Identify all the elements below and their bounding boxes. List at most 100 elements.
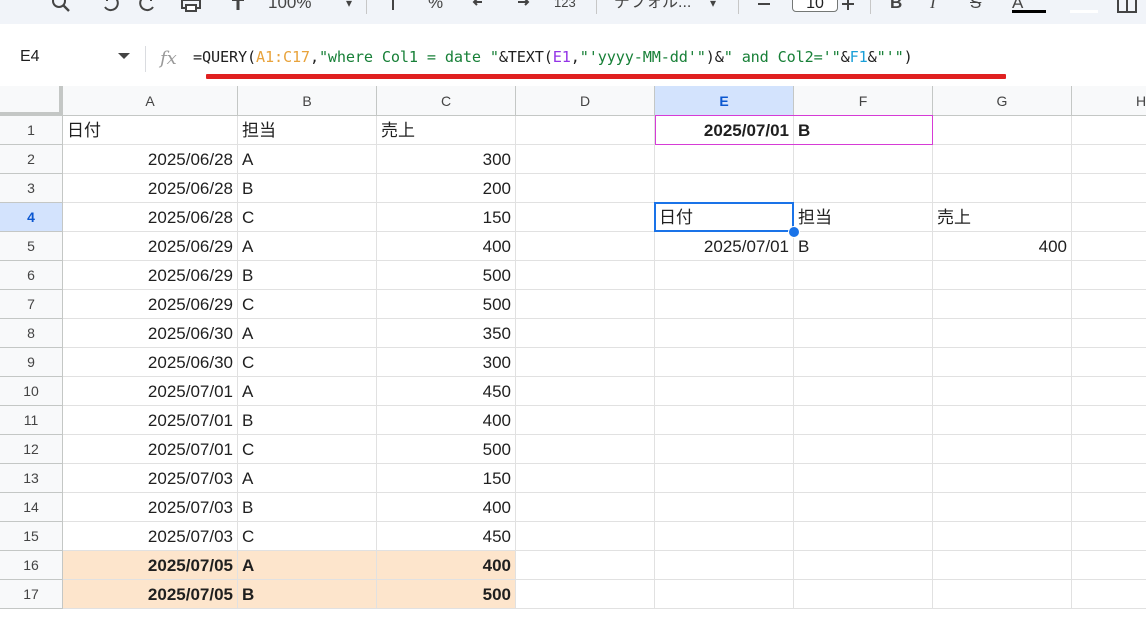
cell-b11[interactable]: B bbox=[238, 406, 377, 435]
cell-h3[interactable] bbox=[1072, 174, 1146, 203]
cell-f8[interactable] bbox=[794, 319, 933, 348]
italic-button[interactable]: I bbox=[930, 0, 936, 14]
cell-a5[interactable]: 2025/06/29 bbox=[63, 232, 238, 261]
percent-format-button[interactable]: % bbox=[428, 0, 443, 14]
cell-h1[interactable] bbox=[1072, 116, 1146, 145]
cell-f16[interactable] bbox=[794, 551, 933, 580]
cell-g13[interactable] bbox=[933, 464, 1072, 493]
cell-e16[interactable] bbox=[655, 551, 794, 580]
cell-g4[interactable]: 売上 bbox=[933, 203, 1072, 232]
cell-g16[interactable] bbox=[933, 551, 1072, 580]
cell-e8[interactable] bbox=[655, 319, 794, 348]
cell-b16[interactable]: A bbox=[238, 551, 377, 580]
cell-e6[interactable] bbox=[655, 261, 794, 290]
cell-f4[interactable]: 担当 bbox=[794, 203, 933, 232]
cell-h14[interactable] bbox=[1072, 493, 1146, 522]
cell-b7[interactable]: C bbox=[238, 290, 377, 319]
row-header-1[interactable]: 1 bbox=[0, 116, 63, 145]
cell-h10[interactable] bbox=[1072, 377, 1146, 406]
cell-d12[interactable] bbox=[516, 435, 655, 464]
bold-button[interactable]: B bbox=[890, 0, 902, 14]
row-header-5[interactable]: 5 bbox=[0, 232, 63, 261]
cell-c8[interactable]: 350 bbox=[377, 319, 516, 348]
cell-b14[interactable]: B bbox=[238, 493, 377, 522]
decrease-font-size-icon[interactable] bbox=[756, 0, 772, 14]
cell-e3[interactable] bbox=[655, 174, 794, 203]
fill-handle[interactable] bbox=[788, 226, 800, 238]
cell-h4[interactable] bbox=[1072, 203, 1146, 232]
cell-h7[interactable] bbox=[1072, 290, 1146, 319]
row-header-3[interactable]: 3 bbox=[0, 174, 63, 203]
cell-b5[interactable]: A bbox=[238, 232, 377, 261]
cell-e10[interactable] bbox=[655, 377, 794, 406]
undo-icon[interactable] bbox=[100, 0, 120, 14]
strikethrough-button[interactable]: S bbox=[970, 0, 981, 14]
cell-a15[interactable]: 2025/07/03 bbox=[63, 522, 238, 551]
cell-a10[interactable]: 2025/07/01 bbox=[63, 377, 238, 406]
increase-font-size-icon[interactable] bbox=[840, 0, 856, 14]
cell-e7[interactable] bbox=[655, 290, 794, 319]
cell-g15[interactable] bbox=[933, 522, 1072, 551]
cell-b9[interactable]: C bbox=[238, 348, 377, 377]
cell-g7[interactable] bbox=[933, 290, 1072, 319]
cell-e15[interactable] bbox=[655, 522, 794, 551]
cell-d3[interactable] bbox=[516, 174, 655, 203]
row-header-7[interactable]: 7 bbox=[0, 290, 63, 319]
cell-b6[interactable]: B bbox=[238, 261, 377, 290]
cell-c9[interactable]: 300 bbox=[377, 348, 516, 377]
cell-d8[interactable] bbox=[516, 319, 655, 348]
column-header-b[interactable]: B bbox=[238, 86, 377, 116]
cell-c3[interactable]: 200 bbox=[377, 174, 516, 203]
print-icon[interactable] bbox=[180, 0, 202, 14]
cell-g8[interactable] bbox=[933, 319, 1072, 348]
cell-d5[interactable] bbox=[516, 232, 655, 261]
column-header-g[interactable]: G bbox=[933, 86, 1072, 116]
cell-c14[interactable]: 400 bbox=[377, 493, 516, 522]
cell-f9[interactable] bbox=[794, 348, 933, 377]
cell-c16[interactable]: 400 bbox=[377, 551, 516, 580]
row-header-14[interactable]: 14 bbox=[0, 493, 63, 522]
cell-f13[interactable] bbox=[794, 464, 933, 493]
cell-e17[interactable] bbox=[655, 580, 794, 609]
cell-f15[interactable] bbox=[794, 522, 933, 551]
row-header-10[interactable]: 10 bbox=[0, 377, 63, 406]
zoom-dropdown-icon[interactable]: ▾ bbox=[346, 0, 352, 14]
cell-h9[interactable] bbox=[1072, 348, 1146, 377]
column-header-c[interactable]: C bbox=[377, 86, 516, 116]
name-box-dropdown-icon[interactable] bbox=[118, 53, 130, 59]
cell-c4[interactable]: 150 bbox=[377, 203, 516, 232]
cell-e11[interactable] bbox=[655, 406, 794, 435]
cell-c15[interactable]: 450 bbox=[377, 522, 516, 551]
row-header-4[interactable]: 4 bbox=[0, 203, 63, 232]
column-header-f[interactable]: F bbox=[794, 86, 933, 116]
cell-a17[interactable]: 2025/07/05 bbox=[63, 580, 238, 609]
cell-e1[interactable]: 2025/07/01 bbox=[655, 116, 794, 145]
cell-b12[interactable]: C bbox=[238, 435, 377, 464]
cell-f2[interactable] bbox=[794, 145, 933, 174]
spreadsheet-grid[interactable]: A B C D E F G H 1 日付 担当 売上 2025/07/01 B 2 2025/06/28 A 30… bbox=[0, 86, 1146, 618]
cell-g11[interactable] bbox=[933, 406, 1072, 435]
cell-b17[interactable]: B bbox=[238, 580, 377, 609]
column-header-a[interactable]: A bbox=[63, 86, 238, 116]
cell-a16[interactable]: 2025/07/05 bbox=[63, 551, 238, 580]
cell-a4[interactable]: 2025/06/28 bbox=[63, 203, 238, 232]
row-header-12[interactable]: 12 bbox=[0, 435, 63, 464]
column-header-e[interactable]: E bbox=[655, 86, 794, 116]
cell-d13[interactable] bbox=[516, 464, 655, 493]
currency-format-button[interactable] bbox=[386, 0, 400, 14]
number-format-button[interactable]: 123 bbox=[554, 0, 576, 14]
font-dropdown-icon[interactable]: ▾ bbox=[710, 0, 716, 14]
row-header-6[interactable]: 6 bbox=[0, 261, 63, 290]
cell-h6[interactable] bbox=[1072, 261, 1146, 290]
row-header-11[interactable]: 11 bbox=[0, 406, 63, 435]
cell-g17[interactable] bbox=[933, 580, 1072, 609]
increase-decimal-icon[interactable] bbox=[512, 0, 534, 14]
redo-icon[interactable] bbox=[138, 0, 158, 14]
cell-c10[interactable]: 450 bbox=[377, 377, 516, 406]
cell-a14[interactable]: 2025/07/03 bbox=[63, 493, 238, 522]
row-header-15[interactable]: 15 bbox=[0, 522, 63, 551]
cell-a11[interactable]: 2025/07/01 bbox=[63, 406, 238, 435]
font-size-input[interactable]: 10 bbox=[792, 0, 838, 12]
cell-b15[interactable]: C bbox=[238, 522, 377, 551]
cell-f6[interactable] bbox=[794, 261, 933, 290]
